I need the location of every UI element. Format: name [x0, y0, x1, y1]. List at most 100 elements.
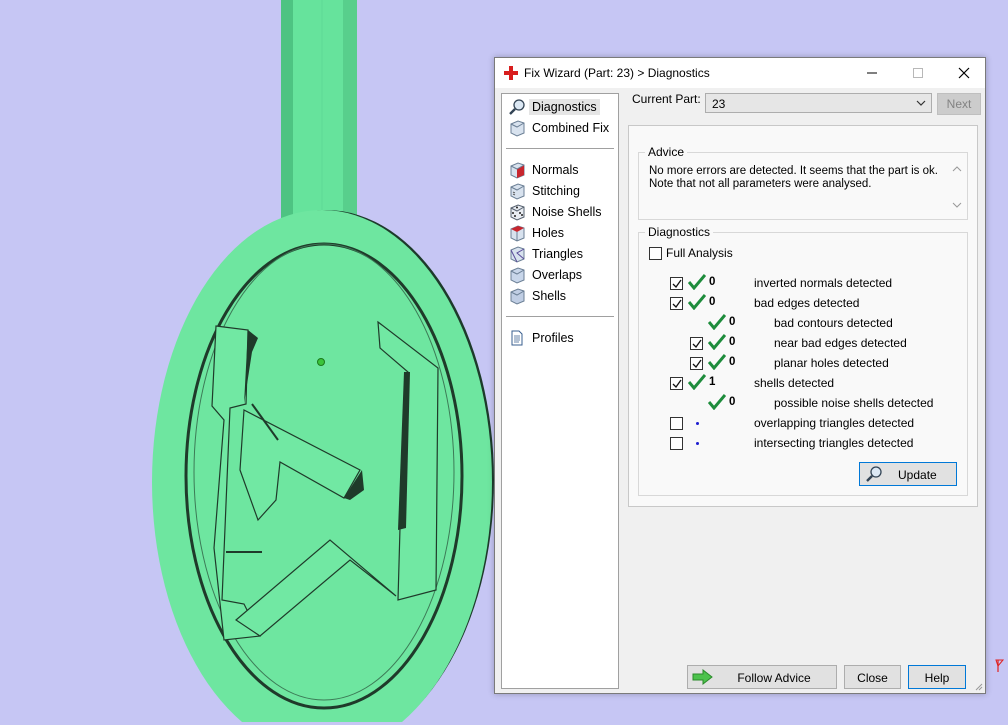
row-checkbox[interactable] — [690, 337, 703, 350]
help-button[interactable]: Help — [908, 665, 966, 689]
row-label: planar holes detected — [774, 356, 889, 370]
row-label: near bad edges detected — [774, 336, 907, 350]
current-part-label: Current Part: — [632, 92, 701, 106]
pending-dot-icon — [696, 422, 699, 425]
row-label: shells detected — [754, 376, 835, 390]
nav-label: Stitching — [532, 184, 580, 198]
cube-stitch-icon — [510, 183, 525, 200]
row-label: overlapping triangles detected — [754, 416, 915, 430]
nav-label: Profiles — [532, 331, 574, 345]
nav-item-normals[interactable]: Normals — [506, 160, 614, 180]
row-checkbox[interactable] — [670, 417, 683, 430]
green-check-icon — [708, 334, 726, 350]
triangle-cube-icon — [510, 246, 525, 263]
next-button[interactable]: Next — [937, 93, 981, 115]
row-label: intersecting triangles detected — [754, 436, 914, 450]
nav-item-shells[interactable]: Shells — [506, 286, 614, 306]
nav-label: Overlaps — [532, 268, 583, 282]
row-checkbox[interactable] — [670, 297, 683, 310]
checkmark-icon — [692, 359, 702, 369]
update-label: Update — [898, 468, 937, 482]
nav-item-stitching[interactable]: Stitching — [506, 181, 614, 201]
row-checkbox[interactable] — [690, 357, 703, 370]
nav-label: Shells — [532, 289, 567, 303]
magnifier-icon — [866, 466, 882, 482]
advice-line: No more errors are detected. It seems th… — [649, 165, 938, 177]
maximize-icon — [913, 68, 923, 78]
row-label: inverted normals detected — [754, 276, 893, 290]
update-button[interactable]: Update — [859, 462, 957, 486]
title-bar[interactable]: Fix Wizard (Part: 23) > Diagnostics — [495, 58, 985, 88]
green-check-icon — [688, 294, 706, 310]
row-checkbox[interactable] — [670, 437, 683, 450]
advice-line: Note that not all parameters were analys… — [649, 178, 872, 190]
row-count: 0 — [729, 316, 736, 328]
nav-label: Triangles — [532, 247, 583, 261]
nav-item-profiles[interactable]: Profiles — [506, 328, 614, 348]
nav-item-overlaps[interactable]: Overlaps — [506, 265, 614, 285]
row-label: bad contours detected — [774, 316, 893, 330]
nav-separator — [506, 316, 614, 317]
help-label: Help — [924, 671, 950, 685]
nav-item-diagnostics[interactable]: Diagnostics — [506, 97, 614, 117]
maximize-button[interactable] — [895, 58, 941, 88]
close-button[interactable]: Close — [844, 665, 901, 689]
advice-group: Advice No more errors are detected. It s… — [638, 145, 968, 220]
dice-icon — [510, 204, 525, 221]
document-icon — [511, 330, 523, 346]
shells-cube-icon — [510, 288, 525, 305]
cube-red-face-icon — [510, 162, 525, 179]
red-cross-icon — [504, 66, 518, 80]
minimize-button[interactable] — [849, 58, 895, 88]
nav-item-combined-fix[interactable]: Combined Fix — [506, 118, 614, 138]
chevron-down-icon — [916, 100, 926, 106]
nav-item-holes[interactable]: Holes — [506, 223, 614, 243]
nav-label: Normals — [532, 163, 579, 177]
cube-icon — [510, 120, 525, 137]
green-check-icon — [708, 354, 726, 370]
nav-separator — [506, 148, 614, 149]
row-label: bad edges detected — [754, 296, 860, 310]
row-checkbox[interactable] — [670, 277, 683, 290]
nav-item-triangles[interactable]: Triangles — [506, 244, 614, 264]
row-count: 1 — [709, 376, 716, 388]
close-icon — [958, 67, 970, 79]
diagnostics-panel: Advice No more errors are detected. It s… — [628, 125, 978, 507]
minimize-icon — [867, 72, 877, 74]
overlap-cube-icon — [510, 267, 525, 284]
close-window-button[interactable] — [941, 58, 987, 88]
row-checkbox[interactable] — [670, 377, 683, 390]
magnifier-icon — [509, 99, 525, 115]
green-check-icon — [688, 374, 706, 390]
advice-scrollbar[interactable] — [950, 163, 964, 211]
follow-advice-button[interactable]: Follow Advice — [687, 665, 837, 689]
green-check-icon — [708, 314, 726, 330]
current-part-value: 23 — [712, 97, 726, 111]
row-count: 0 — [729, 336, 736, 348]
row-label: possible noise shells detected — [774, 396, 934, 410]
nav-label: Holes — [532, 226, 564, 240]
resize-grip-icon[interactable] — [973, 681, 983, 691]
fix-wizard-dialog: Fix Wizard (Part: 23) > Diagnostics Diag… — [494, 57, 986, 694]
checkmark-icon — [672, 279, 682, 289]
current-part-select[interactable]: 23 — [705, 93, 932, 113]
full-analysis-checkbox[interactable] — [649, 247, 662, 260]
diagnostics-group: Diagnostics Full Analysis 0 inverted nor… — [638, 225, 968, 496]
green-check-icon — [708, 394, 726, 410]
row-count: 0 — [709, 296, 716, 308]
full-analysis-label: Full Analysis — [666, 246, 733, 260]
advice-title: Advice — [645, 145, 688, 159]
row-count: 0 — [729, 396, 736, 408]
pending-dot-icon — [696, 442, 699, 445]
cube-hole-icon — [510, 225, 525, 242]
diagnostics-title: Diagnostics — [645, 225, 714, 239]
axis-indicator-icon — [995, 659, 1005, 672]
close-label: Close — [857, 671, 888, 685]
checkmark-icon — [672, 299, 682, 309]
follow-advice-label: Follow Advice — [737, 671, 811, 685]
advice-text: No more errors are detected. It seems th… — [649, 165, 955, 209]
green-check-icon — [688, 274, 706, 290]
row-count: 0 — [709, 276, 716, 288]
nav-label: Combined Fix — [532, 121, 610, 135]
nav-item-noise-shells[interactable]: Noise Shells — [506, 202, 614, 222]
